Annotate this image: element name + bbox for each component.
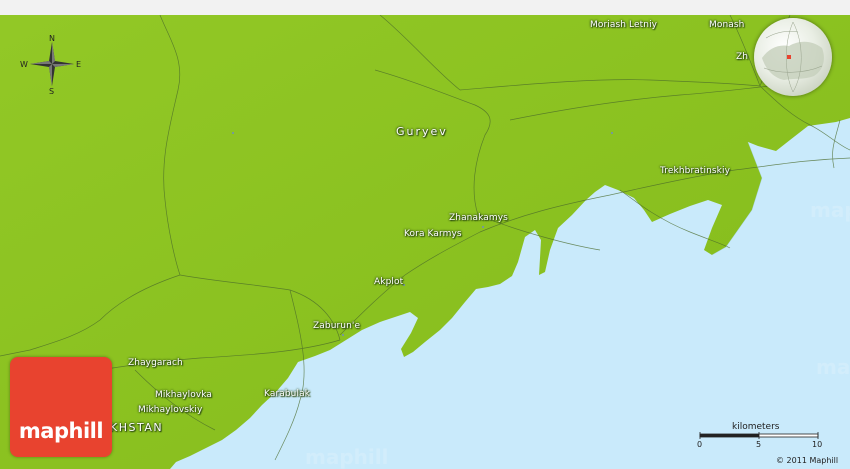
country-label: KHSTAN [110,421,164,434]
scale-tick-label: 0 [697,440,703,449]
scale-title: kilometers [732,422,780,432]
watermark: map [816,355,850,379]
place-label-moriash-letniy[interactable]: Moriash Letniy [590,20,657,30]
copyright-text: © 2011 Maphill [776,456,839,465]
scale-tick-label: 10 [812,440,823,449]
compass-south-label: S [49,87,55,96]
compass-north-label: N [49,34,55,43]
compass-east-label: E [76,60,82,69]
locator-globe[interactable] [754,18,832,96]
place-label-mikhaylovka[interactable]: Mikhaylovka [155,390,212,400]
location-marker [787,55,791,59]
place-label-zaburunie[interactable]: Zaburun'e [313,321,360,331]
place-label-trekhbratinskiy[interactable]: Trekhbratinskiy [660,166,730,176]
place-label-karabulak[interactable]: Karabulak [264,389,310,399]
place-label-zhaygarach[interactable]: Zhaygarach [128,358,183,368]
watermark: maphill [305,445,389,469]
place-label-guryev[interactable]: Guryev [396,125,448,138]
compass-west-label: W [20,60,28,69]
place-label-monash[interactable]: Monash [709,20,744,30]
scale-tick-label: 5 [756,440,762,449]
place-label-akplot[interactable]: Akplot [374,277,403,287]
top-border [0,0,850,15]
maphill-logo[interactable]: maphill [10,357,112,457]
map-canvas[interactable]: map map maphill N S E W Guryev Moriash L… [0,0,850,469]
place-label-zh[interactable]: Zh [736,52,748,62]
place-label-zhanakamys[interactable]: Zhanakamys [449,213,508,223]
place-label-kora-karmys[interactable]: Kora Karmys [404,229,462,239]
globe-graphic [762,21,824,93]
place-label-mikhaylovskiy[interactable]: Mikhaylovskiy [138,405,202,415]
watermark: map [810,198,850,222]
logo-text: maphill [18,419,104,443]
